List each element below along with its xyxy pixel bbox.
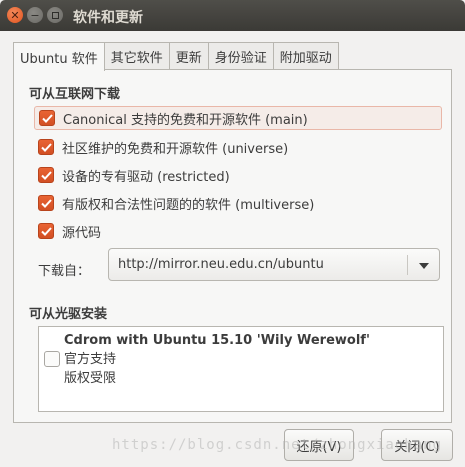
title-bar: ✕ − 软件和更新 (0, 0, 465, 31)
checkbox-main[interactable] (39, 110, 55, 126)
checkmark-icon (40, 170, 52, 180)
maximize-window-button[interactable] (47, 7, 63, 23)
minimize-icon: − (30, 8, 40, 22)
download-server-value: http://mirror.neu.edu.cn/ubuntu (118, 257, 324, 272)
option-multiverse[interactable]: 有版权和合法性问题的的软件 (multiverse) (38, 191, 314, 215)
option-main[interactable]: Canonical 支持的免费和开源软件 (main) (34, 106, 442, 130)
cdrom-list: Cdrom with Ubuntu 15.10 'Wily Werewolf' … (38, 326, 444, 412)
cdrom-line-restricted: 版权受限 (64, 371, 117, 386)
maximize-icon (51, 11, 59, 19)
tab-authentication[interactable]: 身份验证 (208, 42, 274, 70)
checkmark-icon (40, 226, 52, 236)
option-restricted-label: 设备的专有驱动 (restricted) (62, 169, 230, 185)
cdrom-line-support: 官方支持 (64, 352, 117, 367)
option-universe-label: 社区维护的免费和开源软件 (universe) (62, 141, 289, 157)
checkbox-restricted[interactable] (38, 167, 54, 183)
checkbox-source-code[interactable] (38, 223, 54, 239)
tab-updates[interactable]: 更新 (169, 42, 209, 70)
tab-other-software[interactable]: 其它软件 (104, 42, 170, 70)
cdrom-name: Cdrom with Ubuntu 15.10 'Wily Werewolf' (64, 333, 370, 348)
cdrom-section-heading: 可从光驱安装 (29, 307, 108, 322)
checkbox-cdrom[interactable] (44, 351, 60, 367)
dropdown-separator (407, 255, 408, 275)
download-from-label: 下载自： (38, 264, 91, 279)
close-button[interactable]: 关闭(C) (381, 429, 453, 461)
checkmark-icon (41, 113, 53, 123)
checkbox-universe[interactable] (38, 139, 54, 155)
window-title: 软件和更新 (73, 10, 143, 26)
revert-button[interactable]: 还原(V) (284, 429, 354, 461)
tab-panel: 可从互联网下载 Canonical 支持的免费和开源软件 (main) 社区维护… (13, 69, 452, 423)
cdrom-list-item[interactable]: Cdrom with Ubuntu 15.10 'Wily Werewolf' … (64, 331, 370, 388)
minimize-window-button[interactable]: − (27, 7, 43, 23)
checkbox-multiverse[interactable] (38, 195, 54, 211)
download-server-dropdown[interactable]: http://mirror.neu.edu.cn/ubuntu (108, 248, 440, 281)
close-icon: ✕ (10, 8, 20, 22)
checkmark-icon (40, 142, 52, 152)
chevron-down-icon[interactable] (419, 263, 429, 269)
close-window-button[interactable]: ✕ (7, 7, 23, 23)
checkmark-icon (40, 198, 52, 208)
option-main-label: Canonical 支持的免费和开源软件 (main) (63, 112, 308, 128)
tab-bar: Ubuntu 软件 其它软件 更新 身份验证 附加驱动 (13, 42, 339, 71)
option-multiverse-label: 有版权和合法性问题的的软件 (multiverse) (62, 197, 315, 213)
internet-section-heading: 可从互联网下载 (29, 87, 121, 102)
option-source-code-label: 源代码 (62, 225, 102, 241)
option-restricted[interactable]: 设备的专有驱动 (restricted) (38, 163, 230, 187)
option-source-code[interactable]: 源代码 (38, 219, 101, 243)
option-universe[interactable]: 社区维护的免费和开源软件 (universe) (38, 135, 288, 159)
tab-ubuntu-software[interactable]: Ubuntu 软件 (13, 42, 105, 71)
tab-additional-drivers[interactable]: 附加驱动 (273, 42, 339, 70)
